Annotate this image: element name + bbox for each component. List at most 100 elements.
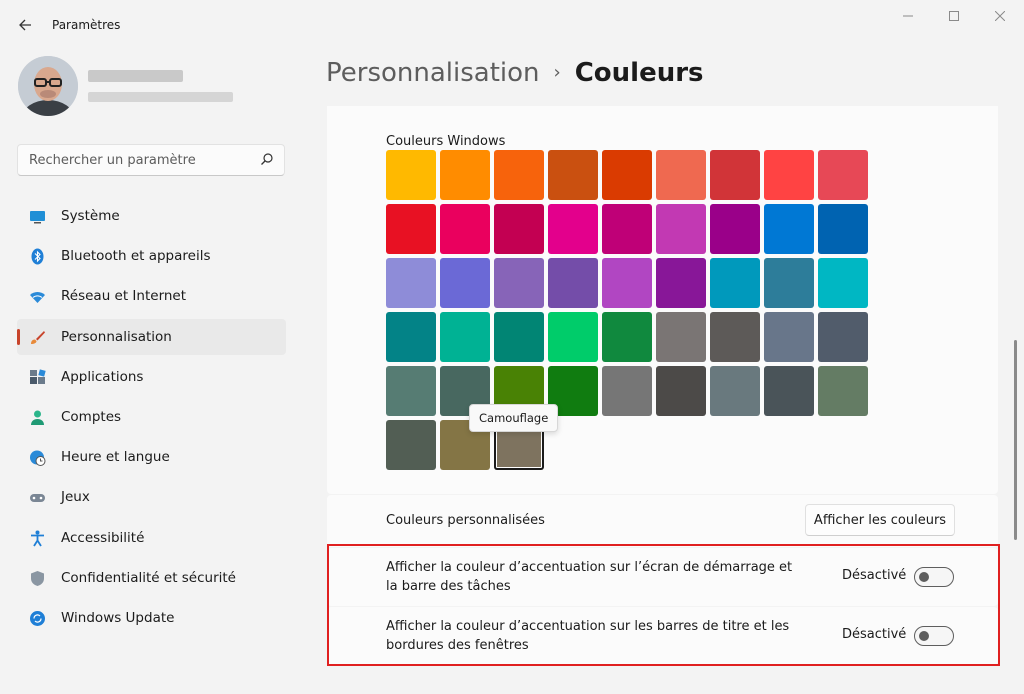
color-swatch[interactable] — [494, 150, 544, 200]
color-swatch[interactable] — [818, 312, 868, 362]
sidebar-item-label: Comptes — [61, 408, 122, 425]
color-swatch[interactable] — [494, 258, 544, 308]
color-swatch[interactable] — [602, 150, 652, 200]
color-swatch[interactable] — [656, 150, 706, 200]
settings-window: Paramètres Rechercher un paramètre Systè… — [0, 0, 1024, 694]
toggle-knob — [919, 572, 929, 582]
sidebar-item-jeux[interactable]: Jeux — [17, 479, 286, 515]
sidebar-item-accessibilite[interactable]: Accessibilité — [17, 520, 286, 556]
color-swatch[interactable] — [494, 204, 544, 254]
sidebar-item-systeme[interactable]: Système — [17, 198, 286, 234]
color-swatch[interactable] — [548, 204, 598, 254]
sidebar-item-label: Jeux — [61, 489, 90, 506]
sidebar-item-label: Applications — [61, 368, 144, 385]
avatar[interactable] — [18, 56, 78, 116]
color-swatch[interactable] — [710, 312, 760, 362]
color-swatch[interactable] — [440, 312, 490, 362]
color-swatch[interactable] — [386, 420, 436, 470]
globe-clock-icon — [30, 450, 46, 467]
windows-colors-card: Couleurs Windows Camouflage — [327, 106, 998, 494]
bluetooth-icon — [31, 248, 44, 265]
color-swatch[interactable] — [656, 204, 706, 254]
color-swatch[interactable] — [818, 366, 868, 416]
sidebar-item-heure-langue[interactable]: Heure et langue — [17, 439, 286, 475]
breadcrumb-separator: › — [553, 62, 561, 83]
maximize-button[interactable] — [939, 8, 969, 28]
sidebar-item-bluetooth[interactable]: Bluetooth et appareils — [17, 238, 286, 274]
color-swatch[interactable] — [386, 258, 436, 308]
color-swatch[interactable] — [656, 366, 706, 416]
arrow-left-icon — [19, 19, 31, 31]
color-swatch[interactable] — [386, 204, 436, 254]
color-swatch[interactable] — [602, 366, 652, 416]
minimize-button[interactable] — [893, 8, 923, 28]
breadcrumb-parent[interactable]: Personnalisation — [326, 58, 540, 88]
color-swatch[interactable] — [386, 150, 436, 200]
color-swatch[interactable] — [602, 312, 652, 362]
color-swatch[interactable] — [764, 150, 814, 200]
app-title: Paramètres — [52, 18, 121, 32]
sidebar-item-label: Bluetooth et appareils — [61, 248, 211, 265]
color-swatch[interactable] — [602, 258, 652, 308]
apps-icon — [30, 369, 46, 384]
color-swatch[interactable] — [386, 312, 436, 362]
color-swatch[interactable] — [710, 150, 760, 200]
toggle-state-label: Désactivé — [842, 627, 907, 642]
color-swatch[interactable] — [764, 258, 814, 308]
color-swatch[interactable] — [440, 258, 490, 308]
color-swatch[interactable] — [710, 204, 760, 254]
close-button[interactable] — [985, 8, 1015, 28]
shield-icon — [31, 570, 44, 586]
color-swatch[interactable] — [440, 204, 490, 254]
page-title: Couleurs — [574, 58, 704, 88]
color-swatch[interactable] — [548, 150, 598, 200]
scrollbar[interactable] — [1014, 340, 1017, 540]
color-swatch[interactable] — [818, 258, 868, 308]
sidebar-item-applications[interactable]: Applications — [17, 359, 286, 395]
color-swatch[interactable] — [764, 366, 814, 416]
sidebar-item-label: Heure et langue — [61, 449, 170, 466]
color-swatch[interactable] — [818, 150, 868, 200]
search-icon[interactable] — [260, 152, 274, 166]
color-swatch[interactable] — [602, 204, 652, 254]
update-icon — [30, 610, 45, 626]
brush-icon — [31, 330, 45, 344]
main-content: Couleurs Windows Camouflage Couleurs per… — [327, 106, 998, 694]
color-swatch[interactable] — [656, 258, 706, 308]
accent-titlebars-row: Afficher la couleur d’accentuation sur l… — [327, 607, 998, 665]
sidebar-item-comptes[interactable]: Comptes — [17, 399, 286, 435]
color-swatch[interactable] — [386, 366, 436, 416]
sidebar-item-label: Accessibilité — [61, 529, 145, 546]
person-icon — [31, 410, 44, 425]
color-swatch[interactable] — [710, 366, 760, 416]
color-swatch[interactable] — [494, 312, 544, 362]
accessibility-icon — [31, 530, 44, 546]
search-input[interactable] — [18, 145, 248, 175]
accent-start-taskbar-toggle[interactable] — [914, 567, 954, 587]
color-swatch[interactable] — [440, 150, 490, 200]
color-swatch[interactable] — [764, 312, 814, 362]
sidebar-item-label: Windows Update — [61, 609, 175, 626]
back-button[interactable] — [14, 14, 36, 36]
sidebar-item-label: Système — [61, 208, 120, 224]
sidebar-item-label: Personnalisation — [61, 328, 172, 345]
show-colors-button[interactable]: Afficher les couleurs — [805, 504, 955, 536]
gamepad-icon — [30, 494, 45, 503]
search-box[interactable] — [17, 144, 285, 176]
sidebar-item-label: Réseau et Internet — [61, 288, 187, 305]
color-swatch[interactable] — [818, 204, 868, 254]
sidebar-item-reseau[interactable]: Réseau et Internet — [17, 278, 286, 314]
color-swatch[interactable] — [548, 312, 598, 362]
color-swatch[interactable] — [764, 204, 814, 254]
color-swatch[interactable] — [656, 312, 706, 362]
accent-titlebars-label: Afficher la couleur d’accentuation sur l… — [386, 619, 790, 653]
sidebar-item-confidentialite[interactable]: Confidentialité et sécurité — [17, 560, 286, 596]
color-swatch[interactable] — [710, 258, 760, 308]
windows-colors-title: Couleurs Windows — [386, 134, 506, 149]
color-swatch[interactable] — [548, 258, 598, 308]
accent-titlebars-toggle[interactable] — [914, 626, 954, 646]
custom-colors-row: Couleurs personnalisées Afficher les cou… — [327, 495, 998, 547]
toggle-state-label: Désactivé — [842, 568, 907, 583]
sidebar-item-windows-update[interactable]: Windows Update — [17, 600, 286, 636]
sidebar-item-personnalisation[interactable]: Personnalisation — [17, 318, 286, 355]
